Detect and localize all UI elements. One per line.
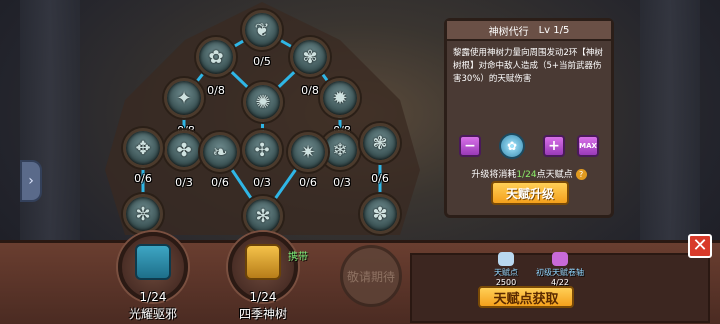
resource-label: 天赋点 xyxy=(494,268,518,277)
talent-icon: ✿ xyxy=(208,46,224,68)
talent-node-level: 0/3 xyxy=(333,176,351,189)
talent-icon: ✼ xyxy=(135,203,151,225)
slot-1-count: 1/24 xyxy=(139,290,167,304)
slot-2-count: 1/24 xyxy=(249,290,277,304)
cost-prefix: 升级将消耗 xyxy=(471,170,517,180)
talent-node-r1-r[interactable]: ✾ xyxy=(290,37,330,77)
talent-icon: ✤ xyxy=(176,139,192,161)
talent-node-level: 0/8 xyxy=(207,84,225,97)
talent-node-r4-r[interactable]: ✷ xyxy=(288,132,328,172)
talent-node-r2-r[interactable]: ✹ xyxy=(320,78,360,118)
snow-crystal-icon xyxy=(498,252,514,266)
cost-suffix: 点天赋点 xyxy=(536,170,573,180)
talent-icon: ✷ xyxy=(300,141,316,163)
talent-node-r4-ll[interactable]: ✥ xyxy=(123,128,163,168)
get-talent-points-button[interactable]: 天赋点获取 xyxy=(478,286,574,308)
talent-icon: ❦ xyxy=(254,19,270,41)
scroll-icon xyxy=(552,252,568,266)
talent-description: 黎露使用神树力量向周围发动2环【神树树根】对命中敌人造成（5+当前武器伤害30%… xyxy=(453,48,603,84)
talent-node-r3-m[interactable]: ✣ xyxy=(242,130,282,170)
talent-icon: ✽ xyxy=(372,203,388,225)
upgrade-cost: 升级将消耗1/24点天赋点? xyxy=(447,167,611,180)
close-button[interactable]: ✕ xyxy=(688,234,712,258)
talent-icon: ❄ xyxy=(332,139,348,161)
talent-icon: ✹ xyxy=(332,87,348,109)
expand-left-tab[interactable]: › xyxy=(20,160,42,202)
panel-header: 神树代行 Lv 1/5 xyxy=(447,21,611,41)
increase-button[interactable]: + xyxy=(543,135,565,157)
talent-skill-icon: ✿ xyxy=(499,133,525,159)
decrease-button[interactable]: − xyxy=(459,135,481,157)
talent-node-r2-l[interactable]: ✦ xyxy=(164,78,204,118)
resource-talent-points: 天赋点 2500 xyxy=(494,252,518,287)
resource-label: 初级天赋卷轴 xyxy=(536,268,584,277)
talent-icon: ✾ xyxy=(302,46,318,68)
talent-node-level: 0/5 xyxy=(253,55,271,68)
talent-node-r4-rr[interactable]: ❃ xyxy=(360,123,400,163)
talent-node-level: 0/8 xyxy=(301,84,319,97)
talent-icon: ✥ xyxy=(135,137,151,159)
talent-node-r3-ll[interactable]: ✤ xyxy=(164,130,204,170)
talent-node-r2-m[interactable]: ✺ xyxy=(243,82,283,122)
talent-node-level: 0/6 xyxy=(371,172,389,185)
talent-node-r5-ll[interactable]: ✼ xyxy=(123,194,163,234)
talent-node-level: 0/6 xyxy=(299,176,317,189)
talent-icon: ✣ xyxy=(254,139,270,161)
book-icon xyxy=(245,244,281,280)
talent-icon: ✺ xyxy=(255,91,271,113)
talent-node-level: 0/6 xyxy=(211,176,229,189)
talent-icon: ❃ xyxy=(372,132,388,154)
locked-label: 敬请期待 xyxy=(346,269,395,284)
talent-node-r5-m[interactable]: ✻ xyxy=(243,196,283,236)
cost-value: 1/24 xyxy=(516,170,537,180)
talent-node-r4-l[interactable]: ❧ xyxy=(200,132,240,172)
talent-icon: ✦ xyxy=(176,87,192,109)
talent-node-level: 0/3 xyxy=(175,176,193,189)
help-icon[interactable]: ? xyxy=(575,169,587,180)
book-icon xyxy=(135,244,171,280)
locked-slot: 敬请期待 xyxy=(340,245,402,307)
slot-2-name: 四季神树 xyxy=(238,307,288,321)
talent-node-level: 0/6 xyxy=(134,172,152,185)
equipped-badge: 携带 xyxy=(288,252,308,263)
resource-scroll: 初级天赋卷轴 4/22 xyxy=(536,252,584,287)
talent-node-r5-rr[interactable]: ✽ xyxy=(360,194,400,234)
slot-1-name: 光耀驱邪 xyxy=(128,307,178,321)
talent-node-level: 0/3 xyxy=(253,176,271,189)
max-button[interactable]: MAX xyxy=(577,135,599,157)
game-screen: ❦0/5✿0/8✾0/8✦0/8✺✹0/8✤0/3✣0/3❄0/3✥0/6❧0/… xyxy=(0,0,720,324)
talent-detail-panel: 神树代行 Lv 1/5 黎露使用神树力量向周围发动2环【神树树根】对命中敌人造成… xyxy=(444,18,614,218)
talent-level: Lv 1/5 xyxy=(538,24,570,36)
upgrade-talent-button[interactable]: 天赋升级 xyxy=(491,181,569,205)
talent-icon: ✻ xyxy=(255,205,271,227)
talent-node-r1-l[interactable]: ✿ xyxy=(196,37,236,77)
talent-title: 神树代行 xyxy=(488,26,529,38)
talent-icon: ❧ xyxy=(212,141,228,163)
chevron-right-icon: › xyxy=(28,173,34,189)
talent-node-top[interactable]: ❦ xyxy=(242,10,282,50)
